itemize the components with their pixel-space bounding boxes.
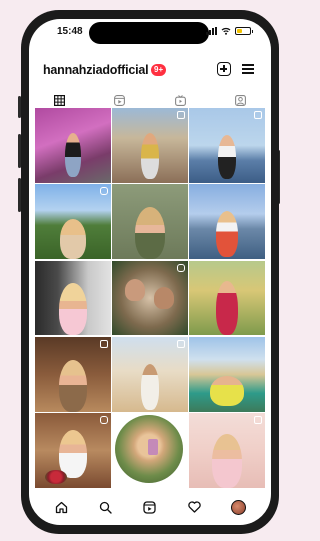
post-thumbnail[interactable]: [35, 108, 111, 183]
reel-icon: [99, 416, 108, 425]
nav-activity[interactable]: [183, 496, 205, 518]
nav-reels[interactable]: [139, 496, 161, 518]
tab-igtv[interactable]: [150, 90, 211, 110]
post-thumbnail[interactable]: [35, 413, 111, 488]
phone-frame: 15:48 hannahziadofficial 9+: [21, 10, 279, 534]
multi-photo-icon: [176, 339, 185, 348]
phone-screen: 15:48 hannahziadofficial 9+: [29, 19, 271, 525]
bottom-navigation: [29, 493, 271, 521]
reel-icon: [176, 263, 185, 272]
post-thumbnail[interactable]: [112, 108, 188, 183]
dynamic-island: [89, 22, 209, 44]
signal-icon: [206, 27, 217, 35]
profile-tabs: [29, 90, 272, 111]
create-post-icon[interactable]: [217, 62, 231, 76]
home-icon: [55, 501, 67, 513]
tab-reels[interactable]: [90, 90, 151, 110]
menu-icon[interactable]: [242, 64, 254, 74]
post-thumbnail[interactable]: [35, 260, 111, 336]
notification-badge[interactable]: 9+: [151, 64, 167, 76]
battery-icon: [235, 27, 253, 35]
post-thumbnail[interactable]: [112, 413, 188, 488]
reel-icon: [99, 187, 108, 196]
search-icon: [99, 501, 112, 514]
post-thumbnail[interactable]: [112, 336, 188, 412]
post-thumbnail[interactable]: [35, 184, 111, 260]
post-thumbnail[interactable]: [189, 184, 265, 260]
status-time: 15:48: [57, 26, 83, 37]
post-thumbnail[interactable]: [35, 336, 111, 412]
post-thumbnail[interactable]: [112, 184, 188, 260]
profile-avatar-icon: [231, 499, 247, 515]
posts-grid: [35, 108, 265, 488]
post-thumbnail[interactable]: [189, 413, 265, 488]
wifi-icon: [221, 27, 231, 35]
tab-tagged[interactable]: [211, 90, 272, 110]
post-thumbnail[interactable]: [189, 108, 265, 183]
nav-search[interactable]: [95, 496, 117, 518]
tagged-icon: [235, 94, 247, 106]
multi-photo-icon: [253, 111, 262, 119]
reels-icon: [114, 94, 126, 106]
multi-photo-icon: [99, 339, 108, 348]
profile-header: hannahziadofficial 9+: [29, 59, 271, 83]
nav-profile[interactable]: [228, 496, 250, 518]
heart-icon: [188, 501, 201, 513]
post-thumbnail[interactable]: [189, 336, 265, 412]
multi-photo-icon: [176, 111, 185, 119]
multi-photo-icon: [253, 416, 262, 425]
reels-nav-icon: [143, 500, 157, 514]
tv-icon: [174, 94, 186, 106]
profile-username[interactable]: hannahziadofficial: [43, 63, 149, 77]
nav-home[interactable]: [50, 496, 72, 518]
status-bar: 15:48: [29, 19, 271, 47]
post-thumbnail[interactable]: [189, 260, 265, 336]
tab-posts-grid[interactable]: [29, 90, 90, 111]
post-thumbnail[interactable]: [112, 260, 188, 336]
grid-icon: [53, 94, 65, 106]
